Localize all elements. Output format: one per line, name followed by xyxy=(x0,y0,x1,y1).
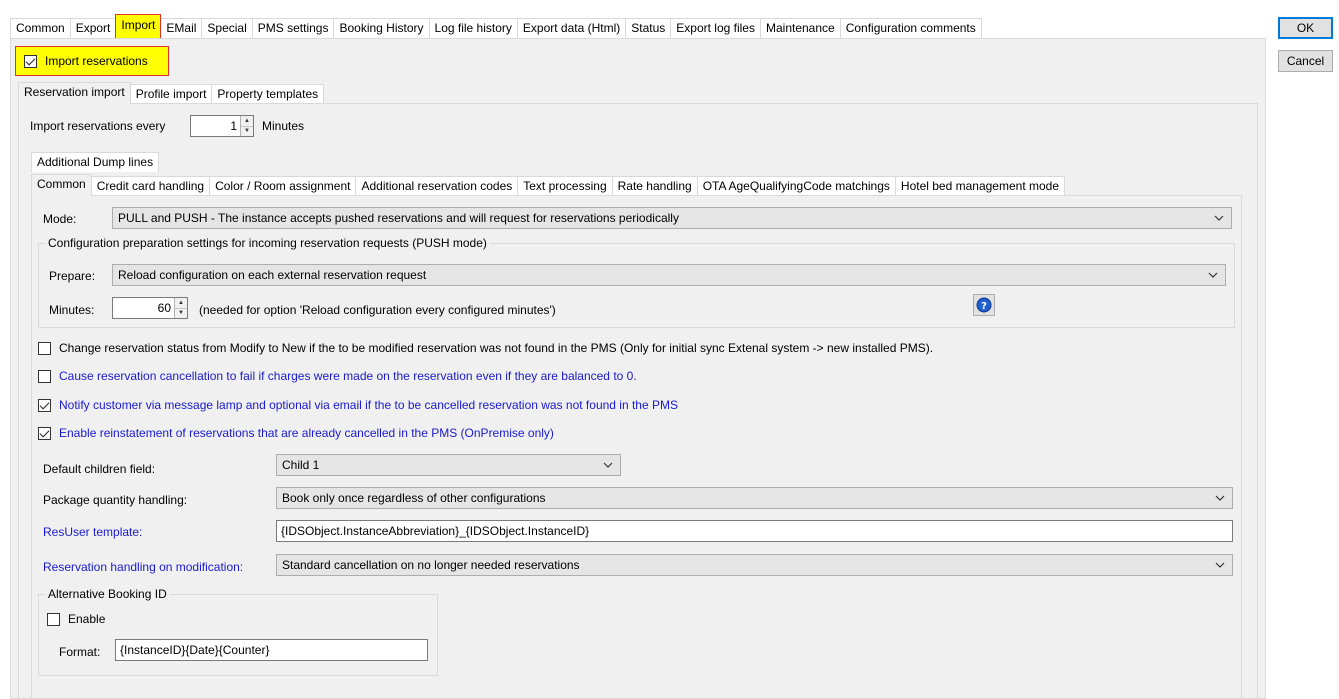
tab-special[interactable]: Special xyxy=(201,18,253,38)
mode-value: PULL and PUSH - The instance accepts pus… xyxy=(118,211,679,225)
tab-reservation-import[interactable]: Reservation import xyxy=(18,82,131,104)
prepare-value: Reload configuration on each external re… xyxy=(118,268,427,282)
tab-export-log-files[interactable]: Export log files xyxy=(670,18,761,38)
checkbox-box xyxy=(47,612,60,626)
tab-rate-handling[interactable]: Rate handling xyxy=(611,176,698,196)
package-select[interactable]: Book only once regardless of other confi… xyxy=(276,487,1233,509)
change-status-checkbox[interactable]: Change reservation status from Modify to… xyxy=(38,341,933,355)
format-value: {InstanceID}{Date}{Counter} xyxy=(120,643,270,657)
interval-stepper[interactable]: 1 ▲ ▼ xyxy=(190,115,254,137)
help-icon: ? xyxy=(976,297,992,313)
down-arrow-icon[interactable]: ▼ xyxy=(175,308,187,318)
up-arrow-icon[interactable]: ▲ xyxy=(241,116,253,127)
reinstatement-label: Enable reinstatement of reservations tha… xyxy=(59,426,554,440)
tab-common[interactable]: Common xyxy=(10,18,71,38)
svg-text:?: ? xyxy=(981,301,987,312)
mode-label: Mode: xyxy=(43,212,77,226)
tab-log-file-history[interactable]: Log file history xyxy=(428,18,518,38)
cancellation-fail-checkbox[interactable]: Cause reservation cancellation to fail i… xyxy=(38,369,637,383)
chevron-down-icon xyxy=(603,462,613,468)
alt-booking-group xyxy=(38,594,438,676)
children-label: Default children field: xyxy=(43,462,156,476)
notify-customer-checkbox[interactable]: Notify customer via message lamp and opt… xyxy=(38,398,678,412)
tab-color-room-assignment[interactable]: Color / Room assignment xyxy=(209,176,357,196)
checkbox-box xyxy=(38,398,51,412)
alt-booking-enable-label: Enable xyxy=(68,612,106,626)
tab-additional-reservation-codes[interactable]: Additional reservation codes xyxy=(355,176,519,196)
checkbox-box xyxy=(38,426,51,440)
modification-label: Reservation handling on modification: xyxy=(43,560,244,574)
alt-booking-title: Alternative Booking ID xyxy=(45,587,170,601)
tab-booking-history[interactable]: Booking History xyxy=(333,18,430,38)
inner-tab-bar-row1: Additional Dump lines xyxy=(31,152,160,172)
package-label: Package quantity handling: xyxy=(43,493,188,507)
up-arrow-icon[interactable]: ▲ xyxy=(175,298,187,309)
cancellation-fail-label: Cause reservation cancellation to fail i… xyxy=(59,369,637,383)
change-status-label: Change reservation status from Modify to… xyxy=(59,341,934,355)
checkbox-box xyxy=(38,341,51,355)
minutes-note: (needed for option 'Reload configuration… xyxy=(199,303,556,317)
children-select[interactable]: Child 1 xyxy=(276,454,621,476)
interval-value: 1 xyxy=(230,119,237,133)
tab-configuration-comments[interactable]: Configuration comments xyxy=(839,18,982,38)
chevron-down-icon xyxy=(1214,215,1224,221)
tab-ota-agequalifyingcode[interactable]: OTA AgeQualifyingCode matchings xyxy=(696,176,896,196)
prepare-label: Prepare: xyxy=(49,269,96,283)
tab-export-data-html[interactable]: Export data (Html) xyxy=(516,18,627,38)
reinstatement-checkbox[interactable]: Enable reinstatement of reservations tha… xyxy=(38,426,554,440)
ok-button[interactable]: OK xyxy=(1278,17,1333,39)
cancel-button[interactable]: Cancel xyxy=(1278,50,1333,72)
tab-email[interactable]: EMail xyxy=(160,18,203,38)
inner-tab-bar-row2: Common Credit card handling Color / Room… xyxy=(31,173,1066,196)
tab-maintenance[interactable]: Maintenance xyxy=(759,18,841,38)
modification-value: Standard cancellation on no longer neede… xyxy=(282,558,580,572)
top-tab-bar: Common Export Import EMail Special PMS s… xyxy=(10,14,982,38)
chevron-down-icon xyxy=(1208,272,1218,278)
import-reservations-checkbox[interactable]: Import reservations xyxy=(15,46,169,76)
minutes-label: Minutes: xyxy=(49,303,95,317)
chevron-down-icon xyxy=(1215,562,1225,568)
tab-hotel-bed-management[interactable]: Hotel bed management mode xyxy=(894,176,1066,196)
resuser-value: {IDSObject.InstanceAbbreviation}_{IDSObj… xyxy=(281,524,590,538)
mode-select[interactable]: PULL and PUSH - The instance accepts pus… xyxy=(112,207,1232,229)
modification-select[interactable]: Standard cancellation on no longer neede… xyxy=(276,554,1233,576)
sub-tab-bar: Reservation import Profile import Proper… xyxy=(18,82,325,104)
checkbox-box xyxy=(38,369,51,383)
resuser-label: ResUser template: xyxy=(43,525,143,539)
tab-property-templates[interactable]: Property templates xyxy=(211,84,325,104)
tab-additional-dump-lines[interactable]: Additional Dump lines xyxy=(31,152,160,172)
children-value: Child 1 xyxy=(282,458,320,472)
alt-booking-enable-checkbox[interactable]: Enable xyxy=(47,612,105,626)
import-reservations-label: Import reservations xyxy=(45,54,148,68)
chevron-down-icon xyxy=(1215,495,1225,501)
prepare-select[interactable]: Reload configuration on each external re… xyxy=(112,264,1226,286)
config-group-title: Configuration preparation settings for i… xyxy=(45,236,490,250)
stepper-arrows[interactable]: ▲ ▼ xyxy=(240,116,253,136)
interval-label: Import reservations every xyxy=(30,119,166,133)
tab-export[interactable]: Export xyxy=(69,18,117,38)
interval-unit: Minutes xyxy=(262,119,305,133)
tab-credit-card-handling[interactable]: Credit card handling xyxy=(90,176,211,196)
checkbox-box xyxy=(24,54,37,68)
down-arrow-icon[interactable]: ▼ xyxy=(241,126,253,136)
stepper-arrows[interactable]: ▲ ▼ xyxy=(174,298,187,318)
minutes-stepper[interactable]: 60 ▲ ▼ xyxy=(112,297,188,319)
tab-status[interactable]: Status xyxy=(625,18,672,38)
resuser-input[interactable]: {IDSObject.InstanceAbbreviation}_{IDSObj… xyxy=(276,520,1233,542)
format-input[interactable]: {InstanceID}{Date}{Counter} xyxy=(115,639,428,661)
notify-customer-label: Notify customer via message lamp and opt… xyxy=(59,398,678,412)
package-value: Book only once regardless of other confi… xyxy=(282,491,546,505)
tab-pms-settings[interactable]: PMS settings xyxy=(251,18,335,38)
tab-inner-common[interactable]: Common xyxy=(31,174,92,196)
format-label: Format: xyxy=(59,645,101,659)
tab-import[interactable]: Import xyxy=(115,14,162,38)
tab-text-processing[interactable]: Text processing xyxy=(517,176,613,196)
help-button[interactable]: ? xyxy=(973,294,995,316)
minutes-value: 60 xyxy=(157,301,171,315)
tab-profile-import[interactable]: Profile import xyxy=(129,84,213,104)
